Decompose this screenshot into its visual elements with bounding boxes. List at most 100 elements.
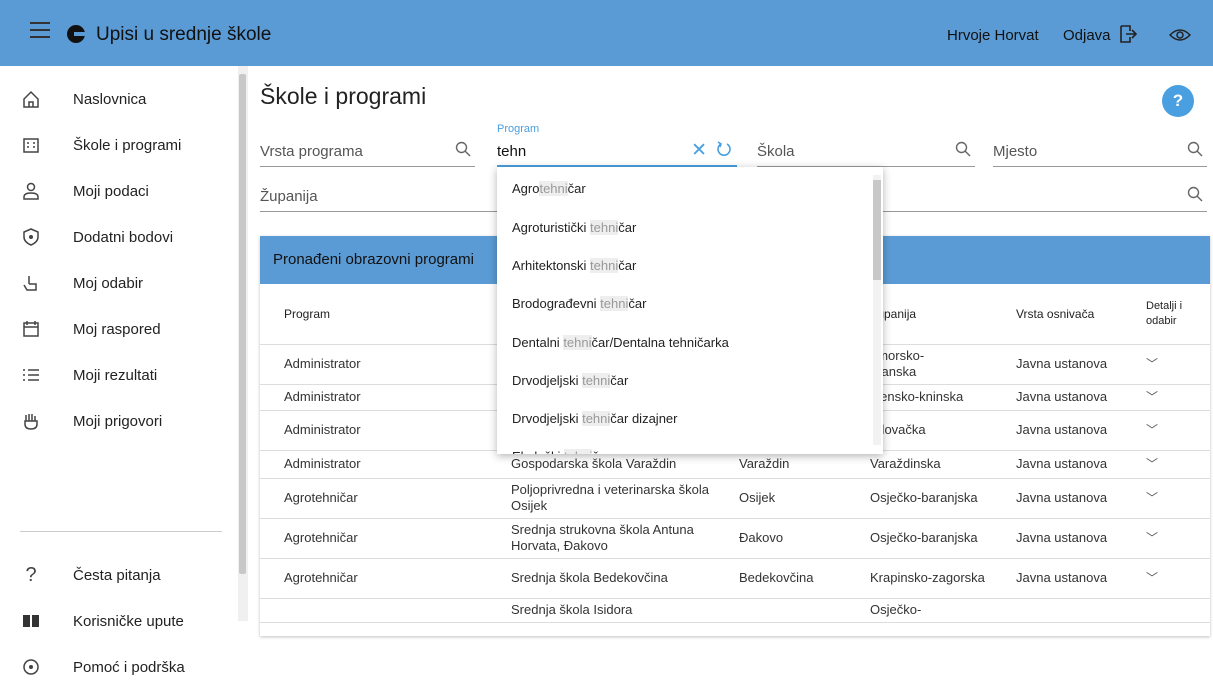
field-label: Županija xyxy=(260,188,318,205)
option-text: Brodograđevni xyxy=(512,296,601,311)
hand-pointer-icon xyxy=(23,276,37,291)
option-text: čar dizajner xyxy=(610,411,678,426)
building-icon xyxy=(23,138,39,153)
cell-skola: Srednja škola Isidora xyxy=(487,598,715,623)
sidebar-item-pomoc-i-podrska[interactable]: Pomoć i podrška xyxy=(0,644,240,690)
option-text: Agro xyxy=(512,181,540,196)
chevron-down-icon[interactable]: ﹀ xyxy=(1146,491,1158,505)
vrsta-programa-field[interactable]: Vrsta programa xyxy=(260,131,475,167)
skola-field[interactable]: Škola xyxy=(757,131,975,167)
table-row[interactable]: Agrotehničar Poljoprivredna i veterinarsk… xyxy=(260,478,1210,519)
table-row[interactable]: Agrotehničar Srednja škola Bedekovčina Bed… xyxy=(260,558,1210,599)
col-program[interactable]: Program xyxy=(260,284,487,345)
logout-button[interactable]: Odjava xyxy=(1063,27,1111,44)
col-detalji[interactable]: Detalji i odabir xyxy=(1122,284,1210,345)
eye-icon[interactable] xyxy=(1169,27,1191,43)
logout-icon[interactable] xyxy=(1118,24,1138,44)
clear-icon[interactable]: ✕ xyxy=(691,139,707,162)
logo-icon xyxy=(67,25,86,43)
expand-cell[interactable]: ﹀ xyxy=(1122,478,1210,519)
sidebar-item-dodatni-bodovi[interactable]: Dodatni bodovi xyxy=(0,214,240,260)
option-highlight: tehni xyxy=(582,411,611,426)
sidebar-item-label: Dodatni bodovi xyxy=(73,228,174,246)
cell-vrsta-osnivaca: Javna ustanova xyxy=(992,518,1122,559)
search-icon[interactable] xyxy=(1187,141,1203,157)
program-autocomplete-dropdown[interactable]: Agrotehničar Agroturistički tehničar Arhit… xyxy=(497,167,883,454)
sidebar-item-moj-raspored[interactable]: Moj raspored xyxy=(0,306,240,352)
sidebar-item-moji-podaci[interactable]: Moji podaci xyxy=(0,168,240,214)
sidebar-item-label: Korisničke upute xyxy=(73,612,184,630)
autocomplete-option[interactable]: Brodograđevni tehničar xyxy=(512,296,646,311)
expand-cell[interactable]: ﹀ xyxy=(1122,384,1210,411)
expand-cell[interactable]: ﹀ xyxy=(1122,450,1210,479)
user-name[interactable]: Hrvoje Horvat xyxy=(947,27,1039,44)
top-bar: Upisi u srednje škole Hrvoje Horvat Odja… xyxy=(0,0,1213,66)
sidebar-item-moji-prigovori[interactable]: Moji prigovori xyxy=(0,398,240,444)
chevron-down-icon[interactable]: ﹀ xyxy=(1146,423,1158,437)
program-field[interactable]: Program tehn ✕ xyxy=(497,123,737,167)
cell-zupanija: Osječko-baranjska xyxy=(862,518,992,559)
chevron-down-icon[interactable]: ﹀ xyxy=(1146,357,1158,371)
option-highlight: tehni xyxy=(582,373,611,388)
autocomplete-option[interactable]: Ekološki tehničar xyxy=(512,449,610,454)
sidebar-item-label: Moji podaci xyxy=(73,182,149,200)
chevron-down-icon[interactable]: ﹀ xyxy=(1146,457,1158,471)
sidebar-item-moji-rezultati[interactable]: Moji rezultati xyxy=(0,352,240,398)
expand-cell[interactable] xyxy=(1122,598,1210,623)
autocomplete-option[interactable]: Drvodjeljski tehničar dizajner xyxy=(512,411,677,426)
option-text: Dentalni xyxy=(512,335,564,350)
table-row[interactable]: Administrator Gospodarska škola Varaždin V… xyxy=(260,450,1210,479)
cell-vrsta-osnivaca xyxy=(992,598,1122,623)
cell-program: Agrotehničar xyxy=(260,518,487,559)
sidebar-item-moj-odabir[interactable]: Moj odabir xyxy=(0,260,240,306)
sidebar-item-naslovnica[interactable]: Naslovnica xyxy=(0,76,240,122)
sidebar-item-skole-i-programi[interactable]: Škole i programi xyxy=(0,122,240,168)
col-vrsta-osnivaca[interactable]: Vrsta osnivača xyxy=(992,284,1122,345)
option-text: Ekološki xyxy=(512,449,564,454)
app-title[interactable]: Upisi u srednje škole xyxy=(96,24,271,46)
cell-vrsta-osnivaca: Javna ustanova xyxy=(992,450,1122,479)
sidebar-scrollbar[interactable] xyxy=(238,66,248,621)
scroll-thumb[interactable] xyxy=(239,74,246,574)
autocomplete-option[interactable]: Agrotehničar xyxy=(512,181,586,196)
cell-program: Agrotehničar xyxy=(260,478,487,519)
help-button[interactable]: ? xyxy=(1162,85,1194,117)
cell-program: Administrator xyxy=(260,344,487,385)
chevron-down-icon[interactable]: ﹀ xyxy=(1146,390,1158,404)
expand-cell[interactable]: ﹀ xyxy=(1122,344,1210,385)
chevron-down-icon[interactable]: ﹀ xyxy=(1146,531,1158,545)
expand-cell[interactable]: ﹀ xyxy=(1122,410,1210,451)
autocomplete-option[interactable]: Agroturistički tehničar xyxy=(512,220,636,235)
home-icon xyxy=(23,90,39,108)
cell-program xyxy=(260,598,487,623)
sidebar-item-cesta-pitanja[interactable]: ? Česta pitanja xyxy=(0,552,240,598)
dropdown-scrollbar[interactable] xyxy=(873,175,881,445)
program-label: Program xyxy=(497,123,540,135)
autocomplete-option[interactable]: Dentalni tehničar/Dentalna tehničarka xyxy=(512,335,729,350)
sidebar-item-label: Moji rezultati xyxy=(73,366,158,384)
program-input[interactable]: tehn xyxy=(497,143,526,160)
sidebar-item-label: Naslovnica xyxy=(73,90,147,108)
search-icon[interactable] xyxy=(455,141,471,157)
list-icon xyxy=(23,369,39,381)
mjesto-field[interactable]: Mjesto xyxy=(993,131,1207,167)
search-icon[interactable] xyxy=(1187,186,1203,202)
cell-program: Agrotehničar xyxy=(260,558,487,599)
table-row[interactable]: Agrotehničar Srednja strukovna škola Antu… xyxy=(260,518,1210,559)
option-text: Agroturistički xyxy=(512,220,591,235)
calendar-icon xyxy=(23,321,39,337)
menu-icon[interactable] xyxy=(30,22,50,38)
expand-cell[interactable]: ﹀ xyxy=(1122,518,1210,559)
raised-hand-icon xyxy=(24,414,38,430)
dropdown-scroll-thumb[interactable] xyxy=(873,180,881,280)
reset-icon[interactable] xyxy=(717,141,733,157)
autocomplete-option[interactable]: Drvodjeljski tehničar xyxy=(512,373,628,388)
autocomplete-option[interactable]: Arhitektonski tehničar xyxy=(512,258,636,273)
expand-cell[interactable]: ﹀ xyxy=(1122,558,1210,599)
chevron-down-icon[interactable]: ﹀ xyxy=(1146,571,1158,585)
sidebar-item-korisnicke-upute[interactable]: Korisničke upute xyxy=(0,598,240,644)
search-icon[interactable] xyxy=(955,141,971,157)
cell-mjesto: Osijek xyxy=(715,478,862,519)
cell-vrsta-osnivaca: Javna ustanova xyxy=(992,410,1122,451)
table-row[interactable]: Srednja škola Isidora Osječko- xyxy=(260,598,1210,623)
